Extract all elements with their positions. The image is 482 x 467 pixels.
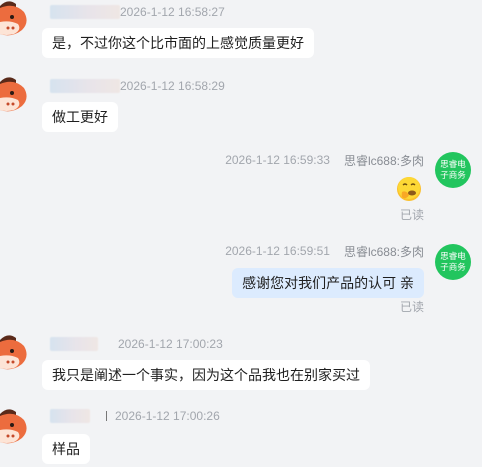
cow-avatar-icon: [0, 335, 27, 370]
agent-name: 思睿lc688:多肉: [343, 153, 424, 168]
message-bubble[interactable]: 我只是阐述一个事实，因为这个品我也在别家买过: [42, 360, 370, 390]
customer-avatar[interactable]: [0, 0, 30, 36]
message-time: 2026-1-12 16:58:27: [120, 5, 225, 19]
sender-name-redacted: [50, 337, 98, 351]
message-time: 2026-1-12 16:59:51: [225, 244, 330, 258]
message-time: 2026-1-12 17:00:23: [118, 337, 223, 351]
message-bubble[interactable]: 感谢您对我们产品的认可 亲: [232, 268, 424, 298]
message-meta: 2026-1-12 17:00:23: [50, 336, 223, 352]
agent-avatar-text: 思睿电 子商务: [440, 251, 466, 272]
read-status: 已读: [399, 300, 424, 314]
message-time: 2026-1-12 16:59:33: [225, 153, 330, 167]
sender-name-redacted: [50, 5, 120, 19]
message-bubble[interactable]: 是，不过你这个比市面的上感觉质量更好: [42, 28, 314, 58]
cow-avatar-icon: [0, 77, 27, 112]
customer-avatar[interactable]: [0, 334, 30, 370]
sender-name-redacted: [50, 409, 90, 423]
cow-avatar-icon: [0, 409, 27, 444]
message-bubble[interactable]: 样品: [42, 434, 90, 464]
agent-name: 思睿lc688:多肉: [343, 244, 424, 259]
message-time: 2026-1-12 17:00:26: [115, 409, 220, 423]
customer-avatar[interactable]: [0, 76, 30, 112]
message-meta: 2026-1-12 17:00:26: [50, 408, 220, 424]
message-meta: 2026-1-12 16:58:29: [50, 78, 225, 94]
message-meta: 2026-1-12 16:59:51 思睿lc688:多肉: [225, 243, 424, 259]
agent-avatar-text: 思睿电 子商务: [440, 159, 466, 180]
message-time: 2026-1-12 16:58:29: [120, 79, 225, 93]
thinking-face-emoji[interactable]: [396, 176, 422, 202]
agent-avatar[interactable]: 思睿电 子商务: [435, 152, 471, 188]
sender-name-redacted: [50, 79, 120, 93]
read-status: 已读: [399, 208, 424, 222]
chat-message-list[interactable]: 2026-1-12 16:58:27 是，不过你这个比市面的上感觉质量更好 20…: [0, 0, 482, 467]
customer-avatar[interactable]: [0, 408, 30, 444]
message-meta: 2026-1-12 16:58:27: [50, 4, 225, 20]
message-bubble[interactable]: 做工更好: [42, 102, 118, 132]
cow-avatar-icon: [0, 1, 27, 36]
text-cursor-mark: [106, 411, 107, 421]
message-meta: 2026-1-12 16:59:33 思睿lc688:多肉: [225, 152, 424, 168]
agent-avatar[interactable]: 思睿电 子商务: [435, 244, 471, 280]
